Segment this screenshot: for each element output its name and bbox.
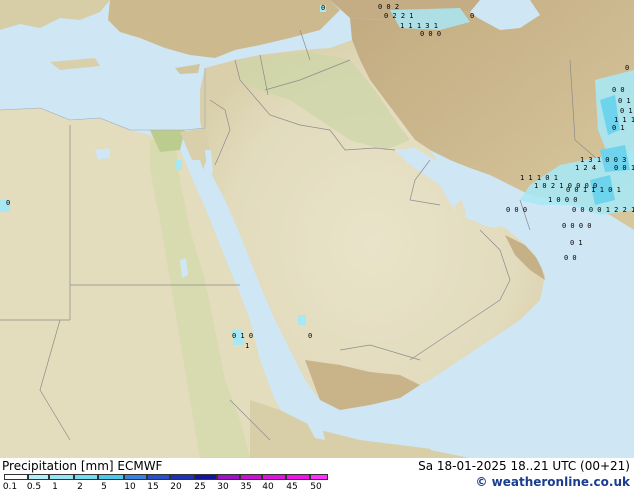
precip-value: 0 0 0 xyxy=(506,206,527,214)
precip-value: 0 0 0 0 1 2 2 1 xyxy=(572,206,634,214)
precip-value: 0 0 1 1 1 0 1 xyxy=(566,186,621,194)
legend-swatch xyxy=(28,474,49,480)
legend-tick-label: 35 xyxy=(240,482,252,490)
legend-tick-label: 30 xyxy=(217,482,229,490)
legend-tick-label: 10 xyxy=(124,482,136,490)
legend-swatch xyxy=(286,474,310,480)
precip-value: 0 1 1 xyxy=(618,97,634,105)
precip-value: 1 2 4 xyxy=(575,164,596,172)
legend-swatch xyxy=(170,474,194,480)
precip-value: 0 0 0 xyxy=(420,30,441,38)
precip-value: 0 0 2 xyxy=(378,3,399,11)
precip-value: 0 1 xyxy=(570,239,583,247)
legend-swatch xyxy=(217,474,240,480)
precip-value: 1 1 1 xyxy=(614,116,634,124)
precip-value: 1 xyxy=(245,342,249,350)
precip-value: 1 1 1 3 1 xyxy=(400,22,438,30)
precip-value: 0 0 0 0 xyxy=(562,222,592,230)
map-title: Precipitation [mm] ECMWF xyxy=(2,459,163,473)
legend-tick-label: 15 xyxy=(147,482,159,490)
precip-value: 0 0 1 1 xyxy=(614,164,634,172)
legend-swatch xyxy=(262,474,286,480)
valid-time: Sa 18-01-2025 18..21 UTC (00+21) xyxy=(418,459,630,473)
precip-value: 1 1 1 0 1 xyxy=(520,174,558,182)
legend-swatch xyxy=(194,474,217,480)
legend-tick-label: 40 xyxy=(262,482,274,490)
precip-value: 0 1 0 xyxy=(232,332,253,340)
copyright-link[interactable]: © weatheronline.co.uk xyxy=(475,475,630,489)
precip-value: 1 3 1 0 0 3 xyxy=(580,156,626,164)
precip-value: 0 0 xyxy=(564,254,577,262)
precip-value: 0 1 xyxy=(625,64,634,72)
legend-tick-label: 50 xyxy=(310,482,322,490)
legend-swatch xyxy=(98,474,124,480)
precip-legend xyxy=(4,474,328,480)
precip-value: 1 0 0 0 xyxy=(548,196,578,204)
legend-tick-label: 45 xyxy=(286,482,298,490)
legend-swatch xyxy=(240,474,262,480)
precip-value: 0 xyxy=(321,4,325,12)
legend-swatch xyxy=(124,474,147,480)
precip-value: 0 xyxy=(308,332,312,340)
legend-tick-label: 25 xyxy=(194,482,206,490)
legend-tick-label: 5 xyxy=(101,482,107,490)
legend-swatch xyxy=(49,474,74,480)
legend-swatch xyxy=(147,474,170,480)
legend-swatch xyxy=(4,474,28,480)
legend-tick-label: 2 xyxy=(77,482,83,490)
precip-value: 0 1 xyxy=(612,124,625,132)
legend-swatch xyxy=(74,474,98,480)
legend-tick-label: 20 xyxy=(170,482,182,490)
precip-value: 0 xyxy=(6,199,10,207)
legend-tick-label: 1 xyxy=(52,482,58,490)
legend-tick-label: 0.5 xyxy=(26,482,42,490)
precipitation-map: 00 0 20 2 2 11 1 1 3 10 0 000 10 00 1 10… xyxy=(0,0,634,458)
precip-value: 0 1 0 xyxy=(620,107,634,115)
legend-tick-label: 0.1 xyxy=(2,482,18,490)
legend-swatch xyxy=(310,474,328,480)
precip-value: 0 0 xyxy=(612,86,625,94)
precip-value: 0 2 2 1 xyxy=(384,12,414,20)
precip-value: 0 xyxy=(470,12,474,20)
